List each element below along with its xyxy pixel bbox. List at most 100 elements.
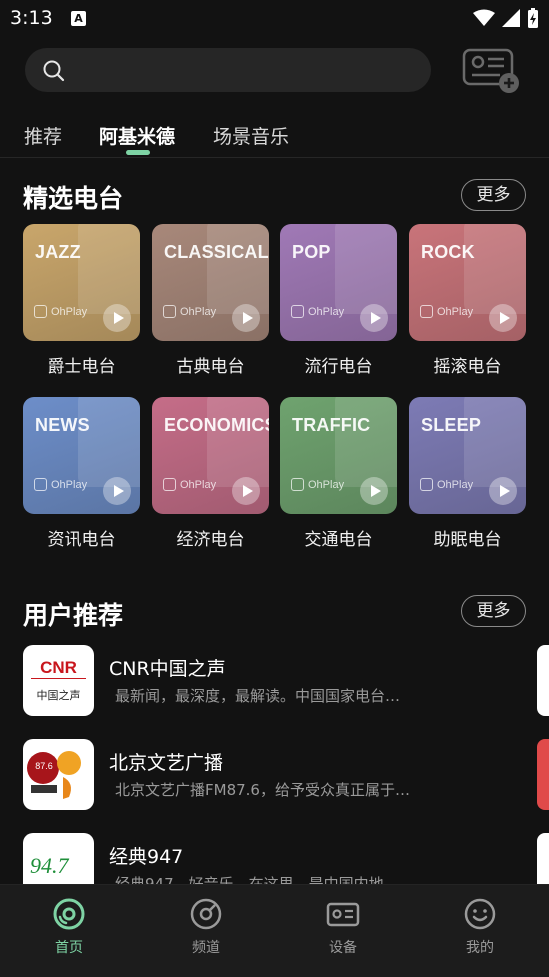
notification-a-icon: A xyxy=(71,11,86,26)
tab-recommend[interactable]: 推荐 xyxy=(24,122,62,149)
nav-channels[interactable]: 频道 xyxy=(166,897,246,957)
beijing-arts-logo-text: 87.6 xyxy=(35,761,53,771)
station-card[interactable]: CLASSICAL OhPlay xyxy=(152,224,269,341)
play-icon[interactable] xyxy=(360,304,388,332)
card-decoration xyxy=(78,397,140,487)
beijing-arts-logo-art xyxy=(27,751,81,799)
next-card-peek[interactable] xyxy=(537,739,549,810)
station-label: 摇滚电台 xyxy=(433,357,502,377)
card-genre-text: TRAFFIC xyxy=(292,415,371,435)
status-time: 3:13 xyxy=(10,7,53,29)
play-icon[interactable] xyxy=(103,304,131,332)
station-label: 流行电台 xyxy=(304,357,373,377)
cnr-logo-subtext: 中国之声 xyxy=(36,689,81,702)
card-brand: OhPlay xyxy=(163,305,216,318)
ohplay-logo-icon xyxy=(34,478,47,491)
play-icon[interactable] xyxy=(232,477,260,505)
channel-disc-icon xyxy=(190,898,222,930)
card-brand: OhPlay xyxy=(291,305,344,318)
play-icon[interactable] xyxy=(360,477,388,505)
station-card[interactable]: NEWS OhPlay xyxy=(23,397,140,514)
wifi-icon xyxy=(473,9,495,26)
ohplay-logo-icon xyxy=(163,305,176,318)
card-genre-text: ECONOMICS xyxy=(164,415,269,435)
card-brand-text: OhPlay xyxy=(51,478,88,491)
station-label: 爵士电台 xyxy=(47,357,116,377)
list-item-title: CNR中国之声 xyxy=(109,658,226,680)
card-brand-text: OhPlay xyxy=(437,305,474,318)
station-label: 助眠电台 xyxy=(433,530,502,550)
card-brand-text: OhPlay xyxy=(180,305,217,318)
list-item-beijing-arts[interactable]: 87.6 北京文艺广播 北京文艺广播FM87.6，给予受众真正属于… xyxy=(0,739,549,821)
card-brand-text: OhPlay xyxy=(437,478,474,491)
card-decoration xyxy=(464,397,526,487)
search-input[interactable] xyxy=(77,48,413,92)
cnr-logo-text: CNR xyxy=(40,658,77,677)
nav-devices[interactable]: 设备 xyxy=(303,897,383,957)
ohplay-logo-icon xyxy=(34,305,47,318)
next-card-peek[interactable] xyxy=(537,645,549,716)
card-brand: OhPlay xyxy=(420,305,473,318)
card-decoration xyxy=(335,397,397,487)
station-card[interactable]: POP OhPlay xyxy=(280,224,397,341)
nav-channels-label: 频道 xyxy=(192,940,220,956)
user-recommend-more-button[interactable]: 更多 xyxy=(461,595,526,627)
radio-device-icon xyxy=(326,902,360,927)
play-icon[interactable] xyxy=(489,477,517,505)
featured-more-button[interactable]: 更多 xyxy=(461,179,526,211)
ohplay-logo-icon xyxy=(291,305,304,318)
cnr-logo-divider xyxy=(31,678,86,679)
tab-scene-music[interactable]: 场景音乐 xyxy=(213,122,289,149)
smiley-profile-icon xyxy=(464,898,496,930)
cnr-logo: CNR 中国之声 xyxy=(23,645,94,716)
status-bar: 3:13 A xyxy=(0,0,549,38)
station-card[interactable]: TRAFFIC OhPlay xyxy=(280,397,397,514)
classic-947-logo-text: 94.7 xyxy=(30,853,69,878)
station-card[interactable]: ROCK OhPlay xyxy=(409,224,526,341)
card-genre-text: SLEEP xyxy=(421,415,482,435)
card-decoration xyxy=(207,397,269,487)
top-tabs: 推荐 阿基米德 场景音乐 xyxy=(0,110,549,158)
card-genre-text: CLASSICAL xyxy=(164,242,269,262)
play-icon[interactable] xyxy=(489,304,517,332)
ohplay-logo-icon xyxy=(291,478,304,491)
ohplay-logo-icon xyxy=(420,478,433,491)
list-item-title: 北京文艺广播 xyxy=(109,752,224,774)
list-item-desc: 北京文艺广播FM87.6，给予受众真正属于… xyxy=(115,781,410,799)
card-brand: OhPlay xyxy=(291,478,344,491)
play-icon[interactable] xyxy=(103,477,131,505)
add-device-icon[interactable] xyxy=(460,46,522,96)
search-icon xyxy=(43,60,65,82)
search-bar[interactable] xyxy=(25,48,431,92)
card-genre-text: ROCK xyxy=(421,242,475,262)
ohplay-logo-icon xyxy=(420,305,433,318)
card-decoration xyxy=(78,224,140,314)
status-icons xyxy=(473,8,539,28)
card-decoration xyxy=(335,224,397,314)
tab-archimedes[interactable]: 阿基米德 xyxy=(99,122,175,149)
card-brand-text: OhPlay xyxy=(308,305,345,318)
signal-icon xyxy=(502,9,520,27)
station-card[interactable]: JAZZ OhPlay xyxy=(23,224,140,341)
station-card[interactable]: ECONOMICS OhPlay xyxy=(152,397,269,514)
card-brand: OhPlay xyxy=(34,305,87,318)
tab-active-indicator xyxy=(126,150,150,155)
bottom-nav: 首页 频道 设备 我的 xyxy=(0,884,549,977)
station-label: 交通电台 xyxy=(304,530,373,550)
home-disc-icon xyxy=(53,898,85,930)
card-genre-text: POP xyxy=(292,242,331,262)
card-genre-text: NEWS xyxy=(35,415,90,435)
card-brand: OhPlay xyxy=(163,478,216,491)
list-item-cnr[interactable]: CNR 中国之声 CNR中国之声 最新闻，最深度，最解读。中国国家电台… xyxy=(0,645,549,727)
station-label: 经济电台 xyxy=(176,530,245,550)
beijing-arts-logo: 87.6 xyxy=(23,739,94,810)
nav-profile-label: 我的 xyxy=(466,940,494,956)
nav-profile[interactable]: 我的 xyxy=(440,897,520,957)
list-item-desc: 最新闻，最深度，最解读。中国国家电台… xyxy=(115,687,401,705)
featured-section-title: 精选电台 xyxy=(23,184,124,213)
nav-devices-label: 设备 xyxy=(329,940,357,956)
station-card[interactable]: SLEEP OhPlay xyxy=(409,397,526,514)
nav-home[interactable]: 首页 xyxy=(29,897,109,957)
card-decoration xyxy=(464,224,526,314)
play-icon[interactable] xyxy=(232,304,260,332)
